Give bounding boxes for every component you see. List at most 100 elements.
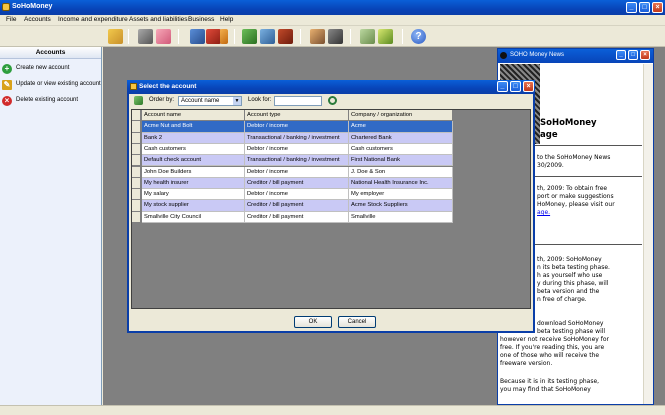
cash-icon[interactable] <box>138 29 153 44</box>
table-cell: Smallville City Council <box>142 211 245 223</box>
news-heading: SoHoMoney <box>540 118 597 128</box>
sidebar-item-create-account[interactable]: + Create new account <box>2 63 100 75</box>
sidebar-title: Accounts <box>0 47 101 59</box>
invoice-icon[interactable] <box>190 29 205 44</box>
sidebar-item-label: Create new account <box>16 65 70 71</box>
filter-bar: Order by: Account name ▼ Look for: <box>131 96 531 107</box>
table-cell: Creditor / bill payment <box>245 177 349 190</box>
menu-assets-liabilities[interactable]: Assets and liabilities <box>129 16 188 23</box>
menu-bar: File Accounts Income and expenditure Ass… <box>0 15 665 26</box>
order-by-label: Order by: <box>149 97 175 103</box>
table-cell: Debtor / income <box>245 189 349 201</box>
ok-button[interactable]: OK <box>294 316 332 328</box>
news-title-bar: SOHO Money News _ □ × <box>498 49 653 63</box>
cancel-button[interactable]: Cancel <box>338 316 376 328</box>
news-line: n free of charge. <box>537 296 587 303</box>
look-for-label: Look for: <box>248 97 272 103</box>
status-bar <box>0 405 665 415</box>
minimize-button[interactable]: _ <box>626 2 637 13</box>
menu-help[interactable]: Help <box>220 16 233 23</box>
select-account-dialog: Select the account _ □ × Order by: Accou… <box>127 80 535 333</box>
toolbar-separator <box>350 29 351 44</box>
toolbar: ? <box>0 26 665 47</box>
bank-icon[interactable] <box>156 29 171 44</box>
pencil-icon: ✎ <box>2 80 12 90</box>
car-icon[interactable] <box>278 29 293 44</box>
chart-icon[interactable] <box>328 29 343 44</box>
dialog-minimize-button[interactable]: _ <box>497 81 508 92</box>
table-cell: My stock supplier <box>142 200 245 212</box>
row-selector[interactable] <box>132 211 141 223</box>
news-link[interactable]: age. <box>537 209 550 218</box>
dialog-title: Select the account <box>139 83 197 90</box>
dialog-maximize-button[interactable]: □ <box>510 81 521 92</box>
table-cell: Debtor / income <box>245 121 349 133</box>
column-header[interactable]: Account name <box>142 110 245 122</box>
table-row[interactable]: John Doe Builders Debtor / income J. Doe &… <box>132 166 454 178</box>
tools-icon[interactable] <box>378 29 393 44</box>
maximize-button[interactable]: □ <box>639 2 650 13</box>
table-cell: Bank 2 <box>142 132 245 144</box>
table-row[interactable]: My salary Debtor / income My employer <box>132 189 454 201</box>
news-scrollbar[interactable] <box>643 64 653 404</box>
table-cell: Default check account <box>142 155 245 167</box>
menu-business[interactable]: Business <box>188 16 214 23</box>
dialog-close-button[interactable]: × <box>523 81 534 92</box>
refresh-icon[interactable] <box>134 96 143 105</box>
people-icon[interactable] <box>310 29 325 44</box>
table-row[interactable]: Smallville City Council Creditor / bill p… <box>132 211 454 223</box>
toolbar-separator <box>178 29 179 44</box>
row-selector[interactable] <box>132 110 141 122</box>
table-cell: Creditor / bill payment <box>245 200 349 212</box>
news-close-button[interactable]: × <box>640 50 650 60</box>
plus-icon: + <box>2 64 12 74</box>
money-icon[interactable] <box>242 29 257 44</box>
row-selector[interactable] <box>132 155 141 167</box>
news-icon <box>500 52 507 59</box>
table-cell: My employer <box>349 189 453 201</box>
table-row[interactable]: Default check account Transactional / ban… <box>132 155 454 167</box>
table-row[interactable]: Bank 2 Transactional / banking / investme… <box>132 132 454 144</box>
row-selector[interactable] <box>132 132 141 144</box>
table-row[interactable]: My health insurer Creditor / bill payment… <box>132 177 454 190</box>
calculator-icon[interactable] <box>360 29 375 44</box>
table-cell: Acme Stock Suppliers <box>349 200 453 212</box>
table-cell: Smallville <box>349 211 453 223</box>
sidebar: Accounts + Create new account ✎ Update o… <box>0 47 102 405</box>
pen-icon[interactable] <box>220 29 228 44</box>
table-cell: Debtor / income <box>245 143 349 156</box>
building-icon[interactable] <box>206 29 221 44</box>
table-cell: John Doe Builders <box>142 166 245 178</box>
column-header[interactable]: Company / organization <box>349 110 453 122</box>
close-button[interactable]: × <box>652 2 663 13</box>
x-icon: × <box>2 96 12 106</box>
accounts-icon[interactable] <box>108 29 123 44</box>
table-row[interactable]: Acme Nut and Bolt Debtor / income Acme <box>132 121 454 133</box>
phone-icon[interactable] <box>260 29 275 44</box>
row-selector[interactable] <box>132 200 141 212</box>
table-row[interactable]: Cash customers Debtor / income Cash custom… <box>132 143 454 156</box>
table-cell: My salary <box>142 189 245 201</box>
menu-accounts[interactable]: Accounts <box>24 16 51 23</box>
app-icon <box>2 3 10 11</box>
row-selector[interactable] <box>132 177 141 190</box>
news-maximize-button[interactable]: □ <box>628 50 638 60</box>
menu-file[interactable]: File <box>6 16 16 23</box>
sidebar-item-delete-account[interactable]: × Delete existing account <box>2 95 100 107</box>
look-for-input[interactable] <box>274 96 322 106</box>
accounts-table: Account name Account type Company / organi… <box>131 109 531 309</box>
order-by-select[interactable]: Account name ▼ <box>178 96 242 106</box>
news-minimize-button[interactable]: _ <box>616 50 626 60</box>
search-icon[interactable] <box>328 96 337 105</box>
row-selector[interactable] <box>132 143 141 156</box>
row-selector[interactable] <box>132 121 141 133</box>
table-row[interactable]: My stock supplier Creditor / bill payment… <box>132 200 454 212</box>
row-selector[interactable] <box>132 166 141 178</box>
table-cell: J. Doe & Son <box>349 166 453 178</box>
news-title: SOHO Money News <box>510 52 565 58</box>
help-icon[interactable]: ? <box>411 29 426 44</box>
row-selector[interactable] <box>132 189 141 201</box>
sidebar-item-update-account[interactable]: ✎ Update or view existing account <box>2 79 101 91</box>
column-header[interactable]: Account type <box>245 110 349 122</box>
menu-income-expenditure[interactable]: Income and expenditure <box>58 16 128 23</box>
